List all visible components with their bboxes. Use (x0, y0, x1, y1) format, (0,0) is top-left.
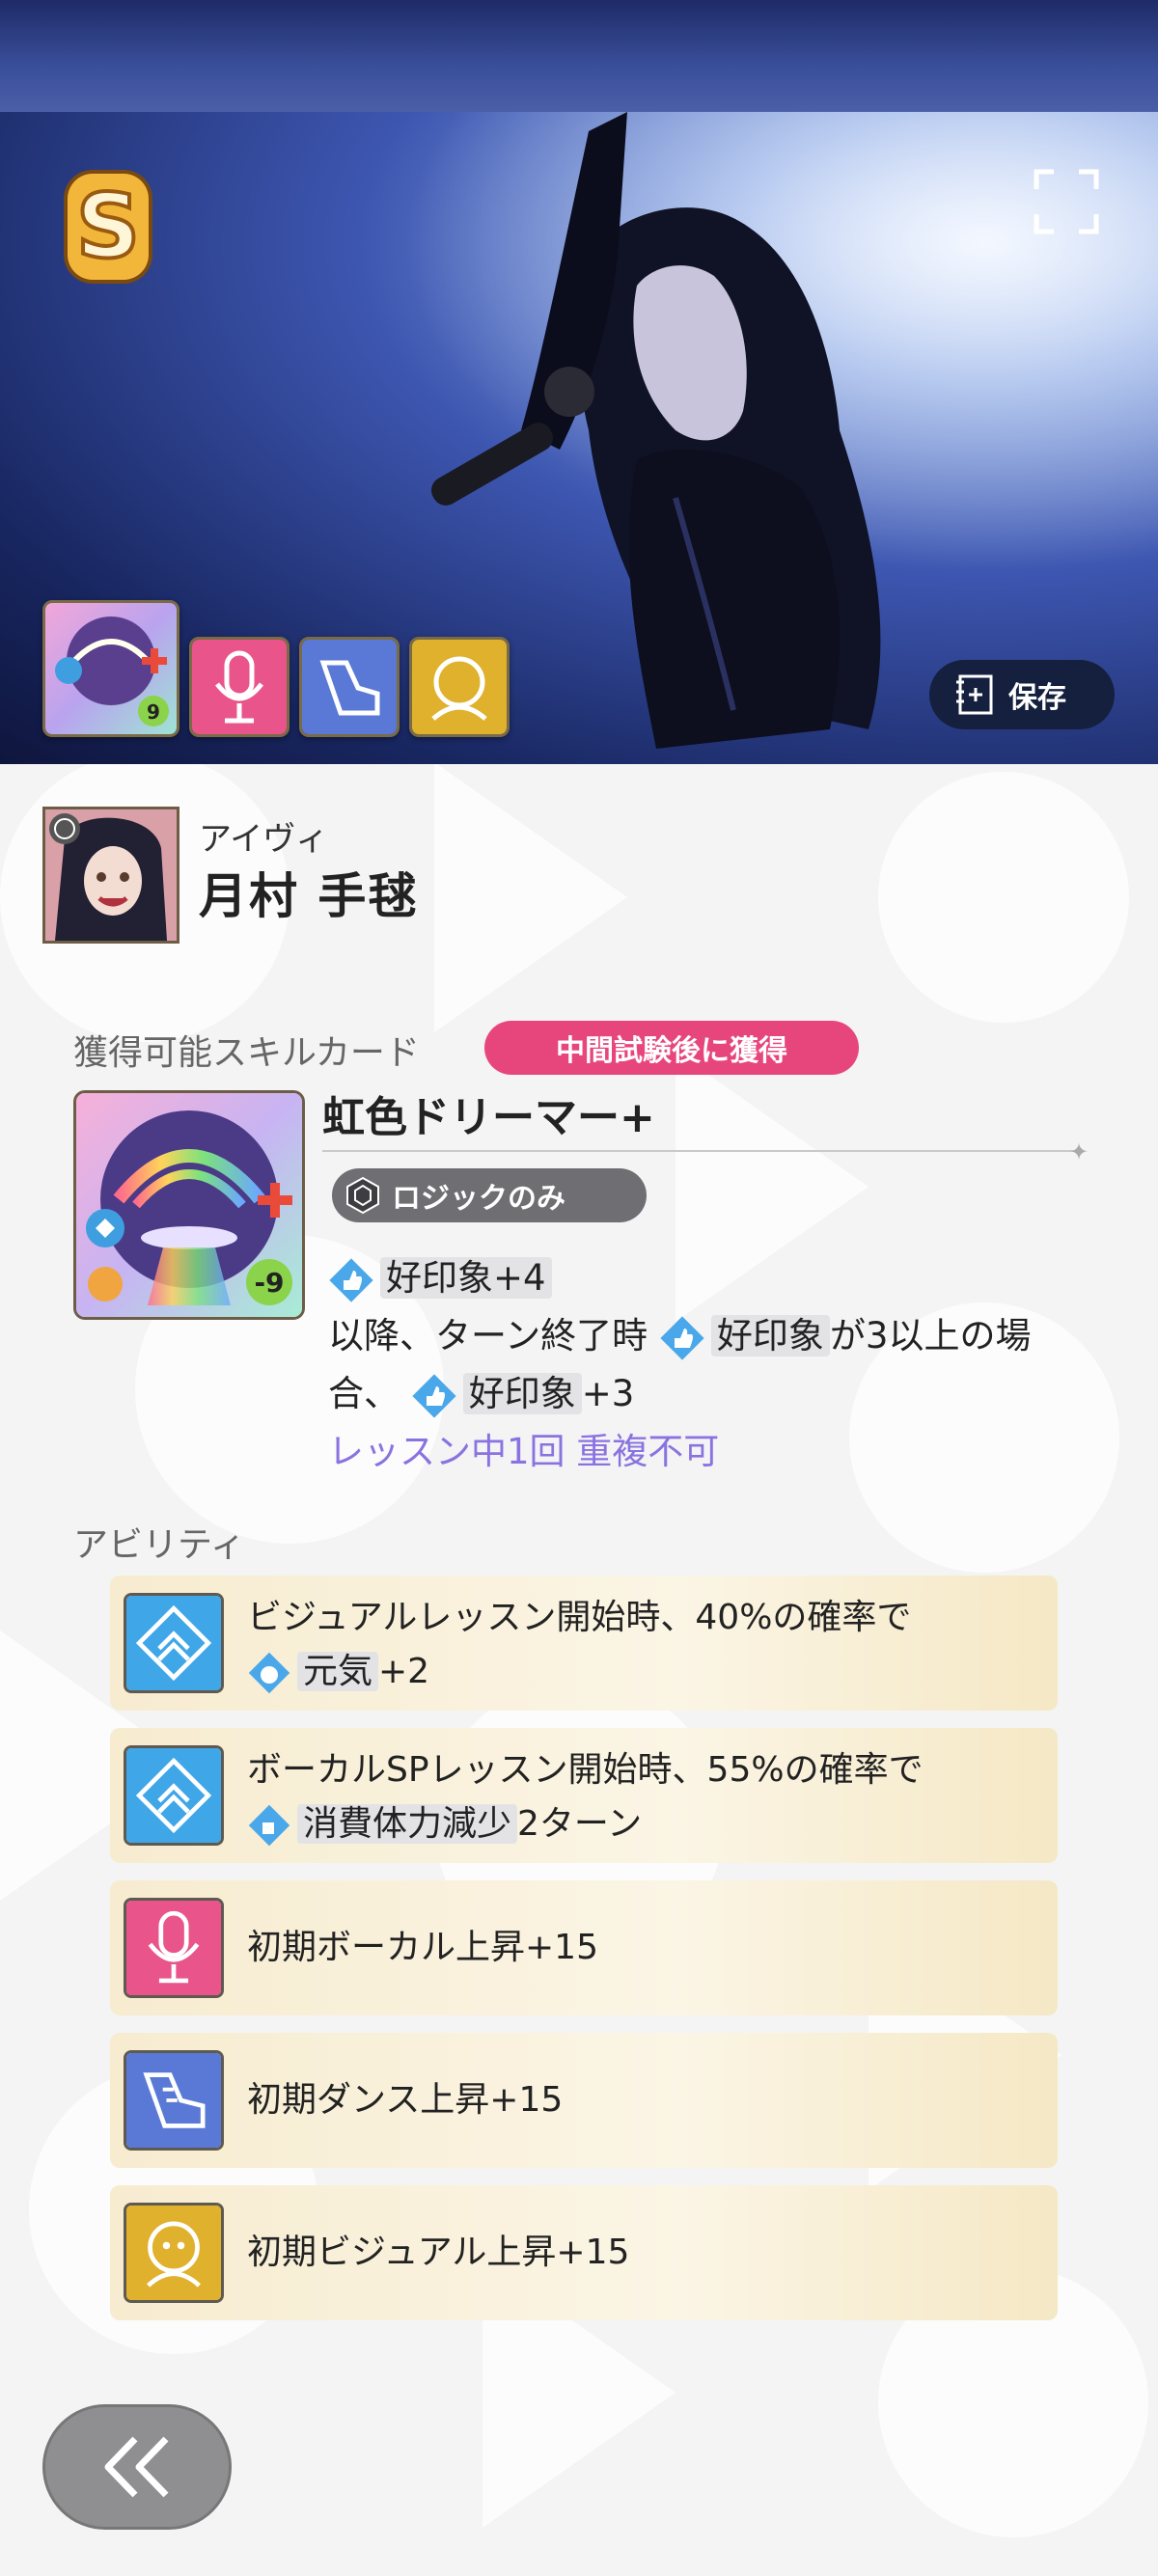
good-impression-icon (660, 1315, 704, 1360)
skill-card-mini-icon[interactable]: 9 (42, 600, 179, 737)
skill-card-section-label: 獲得可能スキルカード (73, 1033, 420, 1073)
idol-name: 月村 手毬 (199, 868, 419, 924)
effect-2-pre: 以降、ターン終了時 (328, 1315, 648, 1357)
save-icon (956, 674, 993, 715)
ability-line-2: 元気 +2 (247, 1645, 911, 1699)
good-impression-icon (329, 1257, 373, 1302)
fullscreen-icon[interactable] (1033, 168, 1100, 235)
effect-1-text: 好印象+4 (380, 1257, 552, 1299)
visual-icon (409, 637, 510, 737)
upgrade-diamond-icon (124, 1593, 224, 1693)
idol-profile: アイヴィ 月村 手毬 (42, 807, 418, 944)
sparkle-icon: ✦ (1069, 1138, 1089, 1165)
ability-line-1: ビジュアルレッスン開始時、40%の確率で (247, 1598, 912, 1637)
svg-text:S: S (76, 175, 140, 278)
effect-line-1: 好印象+4 (328, 1248, 552, 1303)
save-button[interactable]: 保存 (929, 660, 1115, 729)
ability-item[interactable]: 初期ダンス上昇+15 (110, 2033, 1058, 2168)
visual-face-icon (124, 2203, 224, 2303)
rank-s-icon: S (64, 170, 152, 284)
double-chevron-left-icon (104, 2436, 169, 2498)
effect-2-highlight: 好印象 (710, 1315, 830, 1357)
ability-item[interactable]: 初期ビジュアル上昇+15 (110, 2185, 1058, 2320)
logic-only-tag: ロジックのみ (332, 1168, 647, 1222)
ability-line-1: 初期ボーカル上昇+15 (247, 1928, 598, 1967)
dance-icon (299, 637, 400, 737)
avatar[interactable] (42, 807, 179, 944)
upgrade-diamond-icon (124, 1745, 224, 1846)
microphone-icon (124, 1898, 224, 1998)
top-status-area (0, 0, 1158, 112)
ability-text: ボーカルSPレッスン開始時、55%の確率で 消費体力減少 2ターン (247, 1743, 924, 1851)
svg-text:9: 9 (147, 700, 160, 724)
skill-card-title: 虹色ドリーマー+ (322, 1093, 655, 1142)
logic-tag-label: ロジックのみ (392, 1182, 565, 1216)
title-divider (322, 1150, 1075, 1152)
good-impression-icon (412, 1373, 456, 1418)
energy-icon (248, 1652, 290, 1694)
vocal-icon (189, 637, 290, 737)
effect-note: レッスン中1回 重複不可 (328, 1431, 720, 1472)
ability-line-1: ボーカルSPレッスン開始時、55%の確率で (247, 1750, 924, 1790)
stamina-reduction-icon (248, 1804, 290, 1847)
ability-text: ビジュアルレッスン開始時、40%の確率で 元気 +2 (247, 1591, 911, 1699)
effect-line-2: 以降、ターン終了時 好印象 が3以上の場 (328, 1306, 1031, 1361)
ability-item[interactable]: ボーカルSPレッスン開始時、55%の確率で 消費体力減少 2ターン (110, 1728, 1058, 1863)
dance-shoe-icon (124, 2050, 224, 2151)
acquire-timing-badge: 中間試験後に獲得 (484, 1021, 859, 1075)
back-button[interactable] (42, 2404, 232, 2530)
skill-card-art[interactable]: -9 (73, 1090, 305, 1320)
ability-line-1: 初期ビジュアル上昇+15 (247, 2233, 630, 2272)
hero-illustration: S 9 保存 (0, 112, 1158, 764)
ability-line-2: 消費体力減少 2ターン (247, 1797, 924, 1851)
effect-line-3: 合、 好印象 +3 (328, 1364, 634, 1419)
ability-line-1: 初期ダンス上昇+15 (247, 2080, 564, 2120)
effect-3-highlight: 好印象 (462, 1373, 582, 1414)
idol-name-ruby: アイヴィ (199, 820, 329, 859)
ability-item[interactable]: ビジュアルレッスン開始時、40%の確率で 元気 +2 (110, 1576, 1058, 1711)
equipped-icons: 9 (42, 600, 510, 737)
skill-card-image: -9 (76, 1093, 302, 1317)
effect-3-pre: 合、 (328, 1373, 400, 1414)
effect-3-post: +3 (581, 1373, 635, 1414)
save-label: 保存 (1008, 681, 1066, 715)
ability-item[interactable]: 初期ボーカル上昇+15 (110, 1880, 1058, 2015)
avatar-image (45, 809, 177, 941)
effect-2-post: が3以上の場 (829, 1315, 1032, 1357)
logic-plan-icon (346, 1176, 379, 1215)
ability-section-label: アビリティ (73, 1525, 245, 1565)
svg-text:-9: -9 (254, 1267, 284, 1299)
